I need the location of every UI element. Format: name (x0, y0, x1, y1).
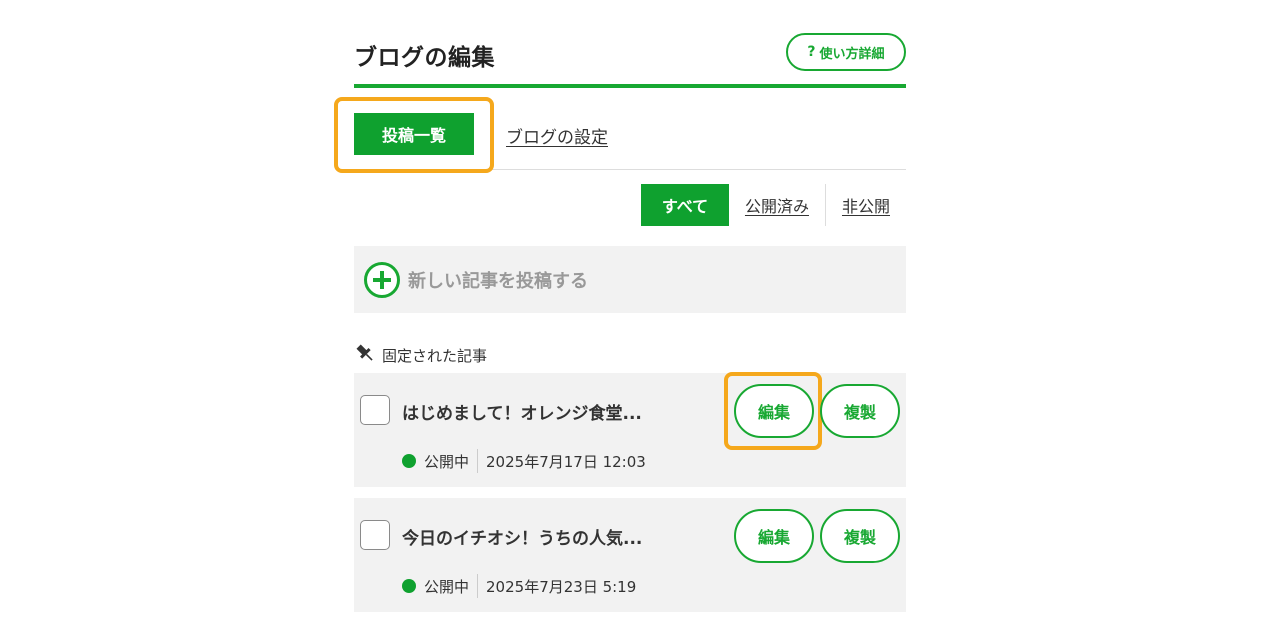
post-status: 公開中 (424, 452, 470, 471)
duplicate-button[interactable]: 複製 (820, 384, 900, 438)
filter-published[interactable]: 公開済み (729, 184, 825, 226)
post-status: 公開中 (424, 577, 470, 596)
pinned-section-header: 固定された記事 (354, 342, 487, 368)
status-dot-icon (402, 579, 416, 593)
page-title: ブログの編集 (354, 45, 495, 71)
meta-divider (477, 574, 479, 598)
edit-button[interactable]: 編集 (734, 384, 814, 438)
plus-circle-icon (364, 261, 400, 298)
post-title[interactable]: 今日のイチオシ！うちの人気... (402, 524, 642, 549)
edit-button[interactable]: 編集 (734, 509, 814, 563)
duplicate-button[interactable]: 複製 (820, 509, 900, 563)
help-button-label: 使い方詳細 (819, 46, 885, 62)
post-meta: 公開中 2025年7月17日 12:03 (402, 449, 646, 473)
status-dot-icon (402, 454, 416, 468)
new-post-label: 新しい記事を投稿する (408, 270, 588, 292)
pinned-label: 固定された記事 (382, 346, 488, 365)
filter-bar: すべて 公開済み 非公開 (640, 184, 906, 226)
question-icon: ? (807, 44, 816, 60)
tab-bar: 投稿一覧 ブログの設定 (334, 97, 906, 173)
post-checkbox[interactable] (360, 395, 390, 425)
new-post-button[interactable]: 新しい記事を投稿する (354, 246, 906, 313)
tab-post-list[interactable]: 投稿一覧 (354, 113, 474, 155)
post-meta: 公開中 2025年7月23日 5:19 (402, 574, 636, 598)
filter-all[interactable]: すべて (640, 184, 729, 226)
tab-blog-settings[interactable]: ブログの設定 (506, 123, 608, 148)
post-row: はじめまして！オレンジ食堂... 公開中 2025年7月17日 12:03 編集… (354, 372, 906, 487)
post-title[interactable]: はじめまして！オレンジ食堂... (402, 399, 642, 424)
page-header: ブログの編集 ? 使い方詳細 (354, 28, 906, 88)
help-button[interactable]: ? 使い方詳細 (786, 33, 906, 71)
post-date: 2025年7月17日 12:03 (486, 452, 646, 471)
meta-divider (477, 449, 479, 473)
post-checkbox[interactable] (360, 520, 390, 550)
post-row: 今日のイチオシ！うちの人気... 公開中 2025年7月23日 5:19 編集 … (354, 498, 906, 612)
post-date: 2025年7月23日 5:19 (486, 577, 637, 596)
filter-private[interactable]: 非公開 (826, 184, 906, 226)
pushpin-icon (354, 342, 376, 368)
blog-editor-panel: ブログの編集 ? 使い方詳細 投稿一覧 ブログの設定 すべて 公開済み 非公開 … (334, 0, 906, 632)
